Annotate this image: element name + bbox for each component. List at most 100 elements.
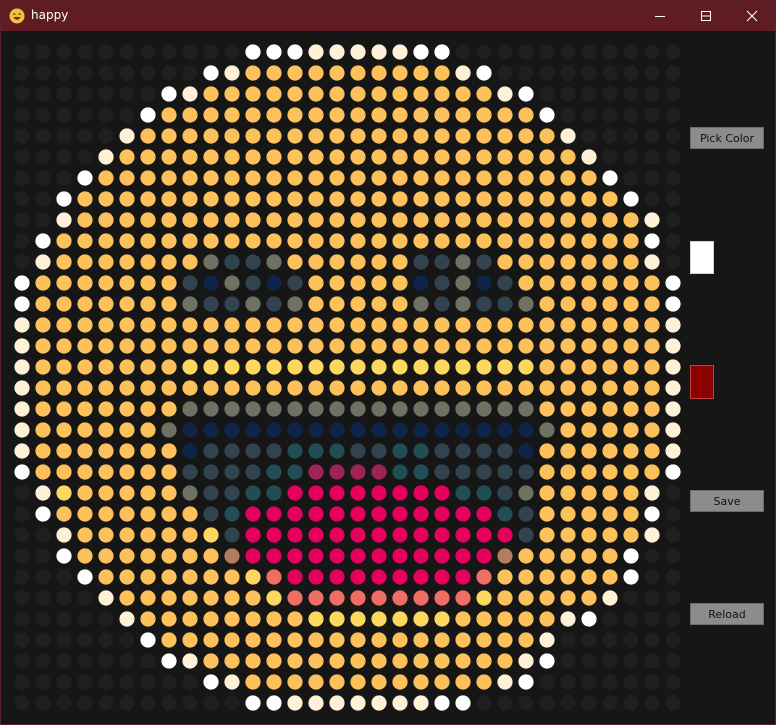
pixel-cell[interactable] bbox=[287, 65, 303, 81]
pixel-cell[interactable] bbox=[497, 548, 513, 564]
pixel-cell[interactable] bbox=[266, 359, 282, 375]
pixel-cell[interactable] bbox=[98, 464, 114, 480]
pixel-cell[interactable] bbox=[623, 443, 639, 459]
pixel-cell[interactable] bbox=[266, 695, 282, 711]
pixel-cell[interactable] bbox=[161, 590, 177, 606]
pixel-cell[interactable] bbox=[203, 590, 219, 606]
pixel-cell[interactable] bbox=[434, 653, 450, 669]
pixel-cell[interactable] bbox=[392, 464, 408, 480]
pixel-cell[interactable] bbox=[287, 548, 303, 564]
pixel-cell[interactable] bbox=[518, 527, 534, 543]
pixel-cell[interactable] bbox=[224, 44, 240, 60]
pixel-cell[interactable] bbox=[413, 233, 429, 249]
pixel-cell[interactable] bbox=[56, 653, 72, 669]
pixel-cell[interactable] bbox=[224, 401, 240, 417]
pixel-cell[interactable] bbox=[14, 107, 30, 123]
pixel-cell[interactable] bbox=[329, 107, 345, 123]
pixel-cell[interactable] bbox=[392, 65, 408, 81]
pixel-cell[interactable] bbox=[602, 128, 618, 144]
pixel-cell[interactable] bbox=[665, 653, 681, 669]
pixel-cell[interactable] bbox=[476, 296, 492, 312]
pixel-cell[interactable] bbox=[392, 548, 408, 564]
pixel-cell[interactable] bbox=[392, 296, 408, 312]
pixel-cell[interactable] bbox=[560, 254, 576, 270]
pixel-cell[interactable] bbox=[455, 86, 471, 102]
pixel-cell[interactable] bbox=[413, 674, 429, 690]
pixel-cell[interactable] bbox=[140, 296, 156, 312]
pixel-cell[interactable] bbox=[539, 212, 555, 228]
pixel-cell[interactable] bbox=[665, 212, 681, 228]
pixel-cell[interactable] bbox=[602, 695, 618, 711]
pixel-cell[interactable] bbox=[371, 296, 387, 312]
pixel-cell[interactable] bbox=[413, 212, 429, 228]
pixel-cell[interactable] bbox=[413, 548, 429, 564]
pixel-cell[interactable] bbox=[203, 443, 219, 459]
pixel-cell[interactable] bbox=[287, 632, 303, 648]
pixel-cell[interactable] bbox=[14, 443, 30, 459]
pixel-cell[interactable] bbox=[434, 569, 450, 585]
pixel-cell[interactable] bbox=[623, 632, 639, 648]
pixel-cell[interactable] bbox=[140, 212, 156, 228]
pixel-cell[interactable] bbox=[140, 380, 156, 396]
pixel-cell[interactable] bbox=[140, 44, 156, 60]
pixel-cell[interactable] bbox=[602, 233, 618, 249]
pixel-cell[interactable] bbox=[413, 464, 429, 480]
pixel-cell[interactable] bbox=[224, 128, 240, 144]
pixel-cell[interactable] bbox=[644, 674, 660, 690]
pixel-cell[interactable] bbox=[371, 443, 387, 459]
pixel-cell[interactable] bbox=[308, 464, 324, 480]
pixel-cell[interactable] bbox=[308, 485, 324, 501]
pixel-cell[interactable] bbox=[140, 191, 156, 207]
pixel-cell[interactable] bbox=[308, 212, 324, 228]
pixel-cell[interactable] bbox=[14, 527, 30, 543]
pixel-cell[interactable] bbox=[266, 212, 282, 228]
pixel-cell[interactable] bbox=[518, 338, 534, 354]
pixel-cell[interactable] bbox=[329, 170, 345, 186]
pixel-cell[interactable] bbox=[161, 380, 177, 396]
pixel-cell[interactable] bbox=[308, 65, 324, 81]
pixel-cell[interactable] bbox=[182, 128, 198, 144]
pixel-cell[interactable] bbox=[371, 212, 387, 228]
pixel-cell[interactable] bbox=[539, 632, 555, 648]
pixel-cell[interactable] bbox=[14, 86, 30, 102]
pixel-cell[interactable] bbox=[665, 464, 681, 480]
pixel-cell[interactable] bbox=[182, 527, 198, 543]
pixel-cell[interactable] bbox=[161, 128, 177, 144]
pixel-cell[interactable] bbox=[518, 317, 534, 333]
pixel-cell[interactable] bbox=[497, 338, 513, 354]
pixel-cell[interactable] bbox=[434, 695, 450, 711]
pixel-cell[interactable] bbox=[434, 506, 450, 522]
pixel-cell[interactable] bbox=[644, 107, 660, 123]
pixel-cell[interactable] bbox=[455, 653, 471, 669]
pixel-cell[interactable] bbox=[539, 317, 555, 333]
pixel-cell[interactable] bbox=[623, 401, 639, 417]
pixel-cell[interactable] bbox=[140, 254, 156, 270]
pixel-cell[interactable] bbox=[182, 86, 198, 102]
pixel-cell[interactable] bbox=[455, 422, 471, 438]
pixel-cell[interactable] bbox=[308, 275, 324, 291]
pixel-cell[interactable] bbox=[308, 254, 324, 270]
pixel-cell[interactable] bbox=[287, 443, 303, 459]
pixel-cell[interactable] bbox=[182, 275, 198, 291]
pixel-cell[interactable] bbox=[497, 296, 513, 312]
pixel-cell[interactable] bbox=[560, 632, 576, 648]
pixel-cell[interactable] bbox=[329, 611, 345, 627]
pixel-cell[interactable] bbox=[665, 485, 681, 501]
pixel-cell[interactable] bbox=[476, 338, 492, 354]
pixel-cell[interactable] bbox=[665, 695, 681, 711]
pixel-cell[interactable] bbox=[602, 275, 618, 291]
pixel-cell[interactable] bbox=[413, 632, 429, 648]
pixel-cell[interactable] bbox=[518, 569, 534, 585]
pixel-cell[interactable] bbox=[245, 86, 261, 102]
pixel-cell[interactable] bbox=[266, 128, 282, 144]
pixel-cell[interactable] bbox=[266, 548, 282, 564]
pixel-cell[interactable] bbox=[560, 464, 576, 480]
pixel-cell[interactable] bbox=[539, 107, 555, 123]
pixel-cell[interactable] bbox=[371, 485, 387, 501]
pixel-cell[interactable] bbox=[182, 317, 198, 333]
pixel-cell[interactable] bbox=[266, 506, 282, 522]
pixel-cell[interactable] bbox=[35, 149, 51, 165]
pixel-cell[interactable] bbox=[581, 107, 597, 123]
pixel-cell[interactable] bbox=[14, 380, 30, 396]
pixel-cell[interactable] bbox=[140, 527, 156, 543]
